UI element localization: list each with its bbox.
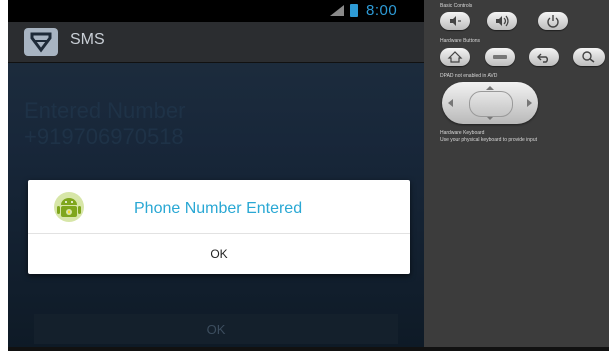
volume-down-button[interactable]: [440, 12, 470, 30]
volume-up-icon: [496, 15, 509, 27]
dialog-ok-button[interactable]: OK: [28, 234, 410, 274]
signal-icon: [330, 5, 344, 16]
status-time: 8:00: [366, 2, 398, 19]
search-icon: [582, 51, 595, 63]
hardware-buttons-label: Hardware Buttons: [440, 38, 481, 44]
home-icon: [447, 51, 463, 63]
dpad-up-icon: [486, 86, 494, 90]
volume-up-button[interactable]: [487, 12, 517, 30]
dpad-left-icon: [448, 99, 453, 107]
hardware-keyboard-label: Hardware Keyboard: [440, 130, 485, 136]
ok-button-background[interactable]: OK: [34, 314, 398, 344]
volume-down-icon: [450, 16, 461, 26]
back-icon: [537, 53, 548, 63]
emulator-window: 8:00 SMS Entered Number +919706970518 OK…: [8, 0, 609, 351]
app-title: SMS: [70, 31, 105, 48]
menu-icon: [493, 55, 507, 59]
hardware-keyboard-note: Use your physical keyboard to provide in…: [440, 137, 537, 143]
dpad-center-button[interactable]: [469, 91, 513, 117]
dpad-right-icon: [527, 99, 532, 107]
menu-button[interactable]: [485, 48, 515, 66]
dialog-title: Phone Number Entered: [134, 200, 303, 217]
app-icon: [24, 28, 58, 56]
back-button[interactable]: [529, 48, 559, 66]
phone-screen: 8:00 SMS Entered Number +919706970518 OK: [8, 0, 424, 351]
battery-icon: [350, 4, 358, 17]
power-icon: [547, 15, 559, 28]
status-bar: [8, 0, 424, 22]
dpad-label: DPAD not enabled in AVD: [440, 73, 498, 79]
power-button[interactable]: [538, 12, 568, 30]
home-button[interactable]: [440, 48, 470, 66]
frame-bottom-edge: [8, 347, 609, 351]
entered-number-label: Entered Number: [24, 98, 186, 123]
entered-number-value: +919706970518: [24, 124, 184, 149]
android-icon: [54, 192, 84, 222]
basic-controls-label: Basic Controls: [440, 3, 473, 9]
search-button[interactable]: [573, 48, 605, 66]
